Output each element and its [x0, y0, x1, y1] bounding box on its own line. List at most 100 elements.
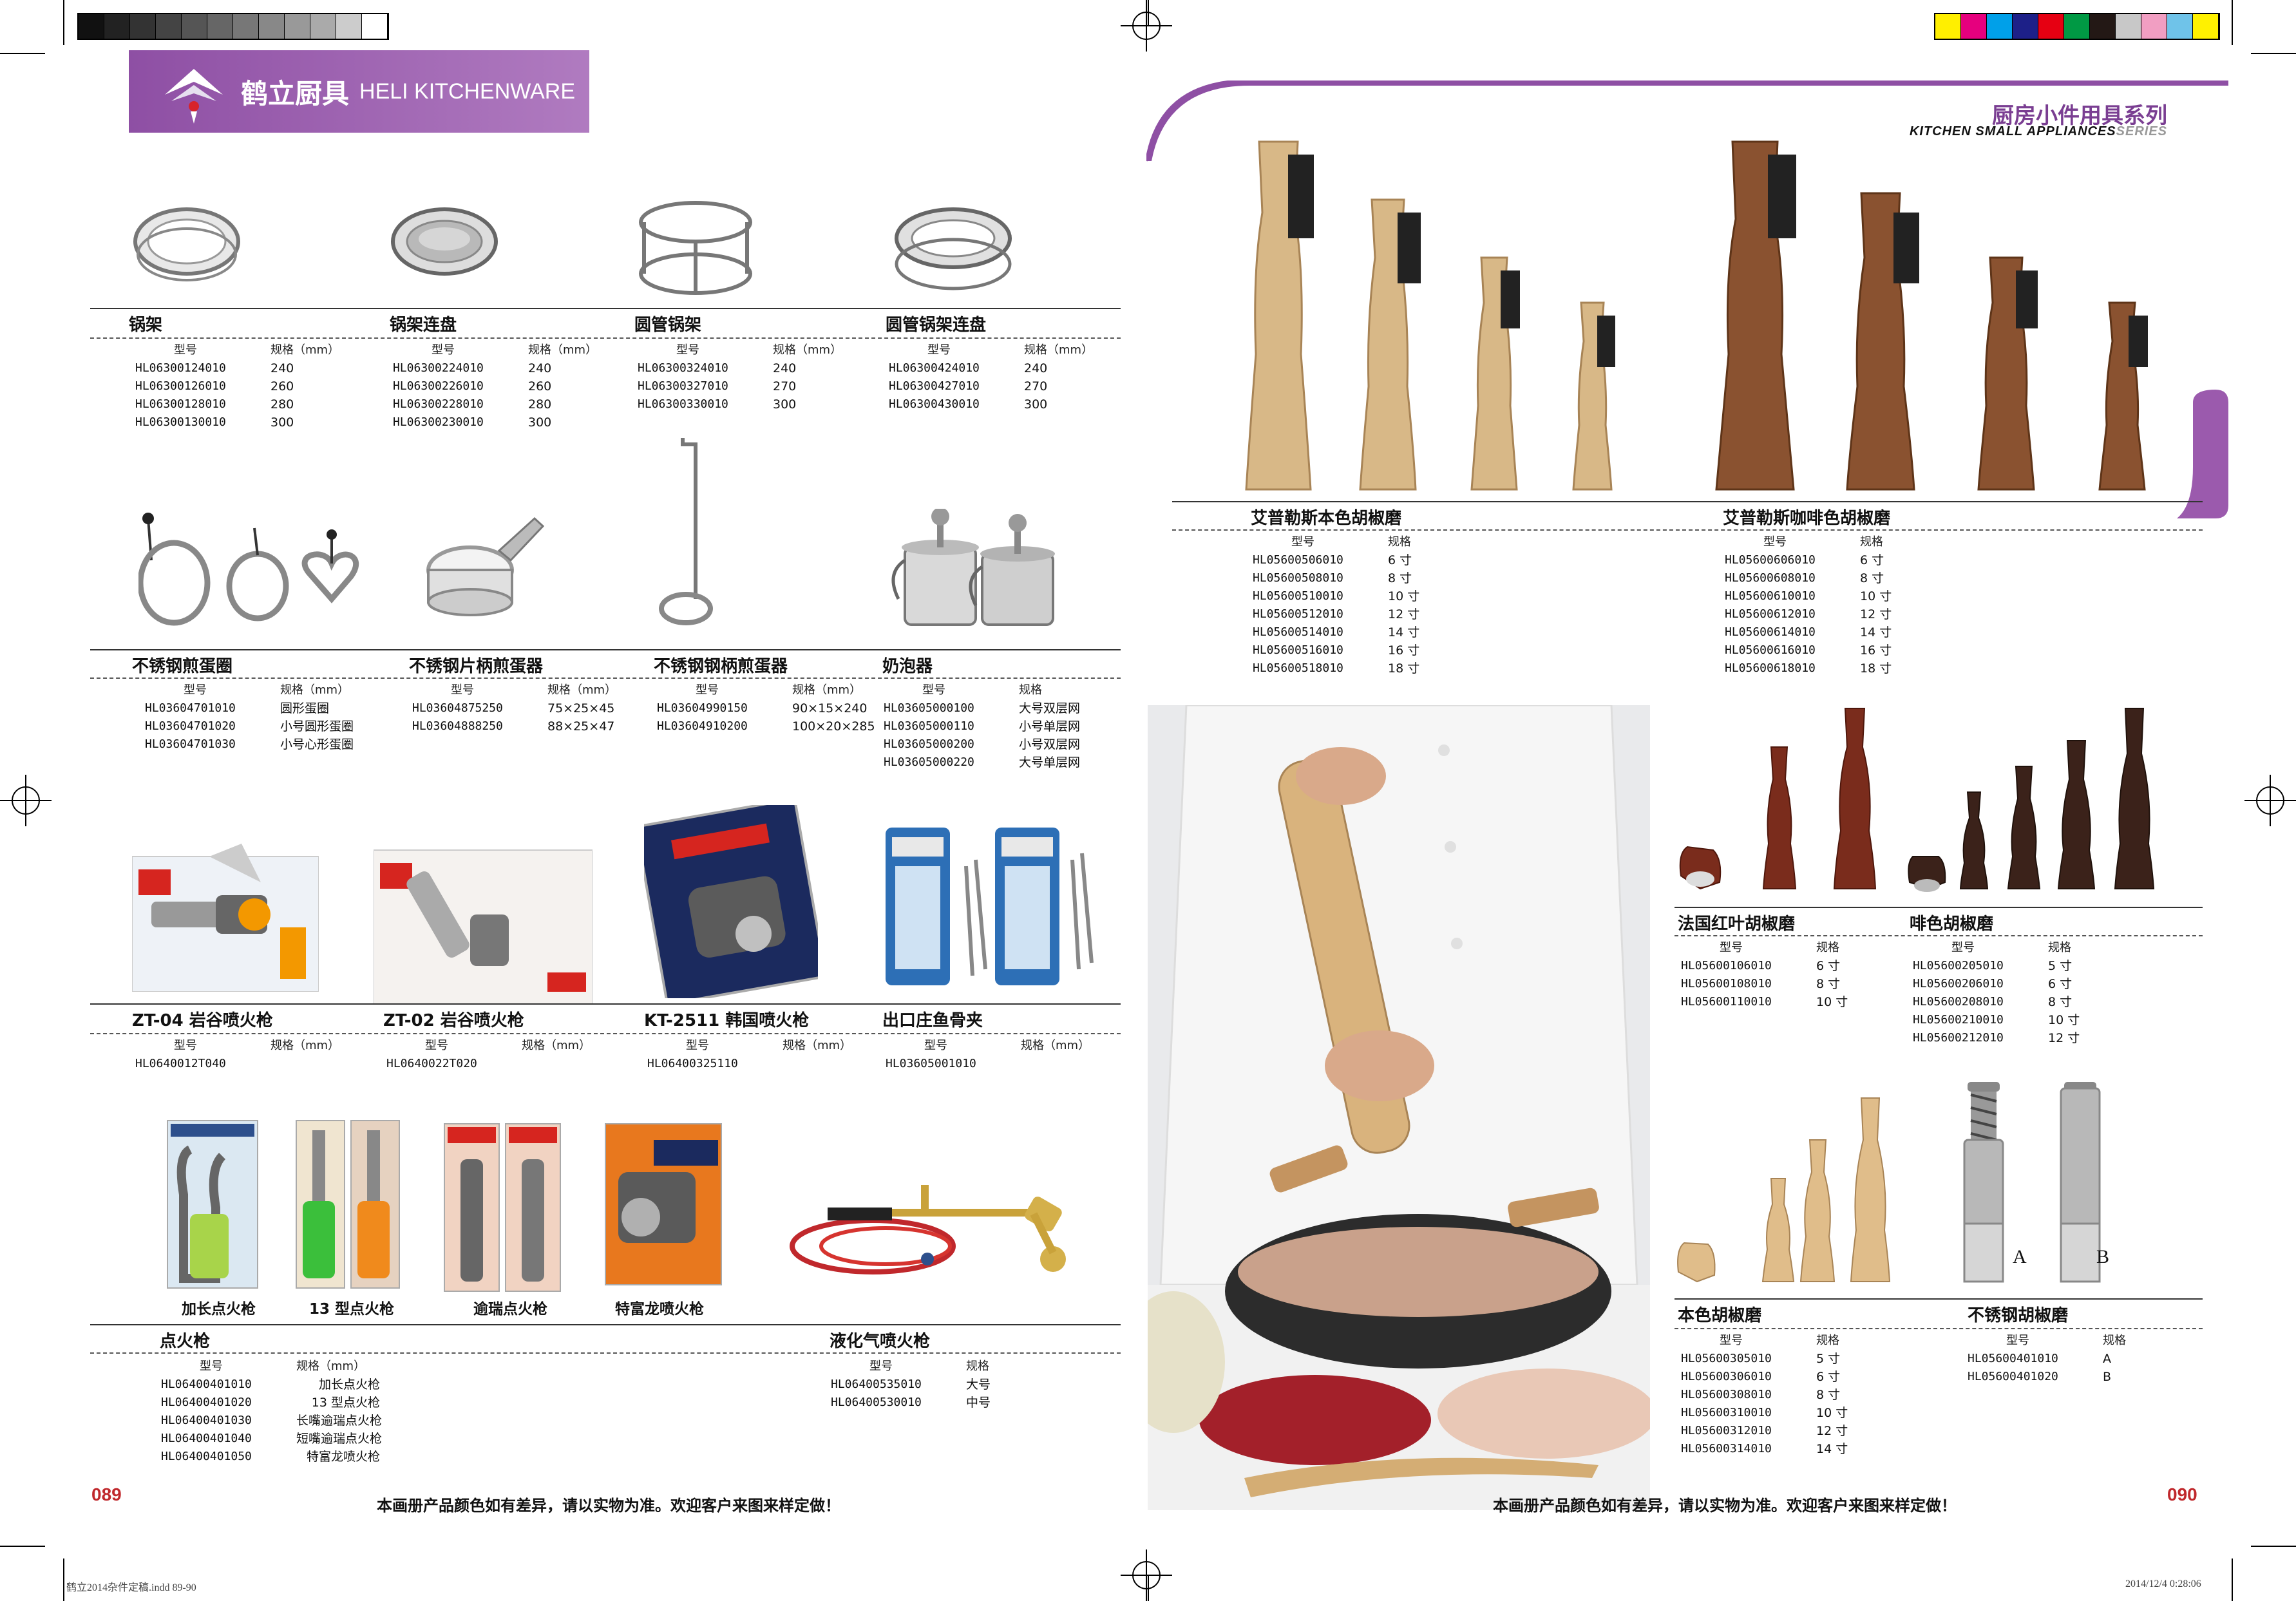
long-lighter-image: [167, 1120, 258, 1289]
crop-mark: [2251, 1546, 2296, 1547]
divider: [90, 1352, 1121, 1354]
type13-lighter-image: [296, 1120, 400, 1289]
page-number-right: 090: [2167, 1484, 2197, 1504]
registration-mark: [1121, 1549, 1172, 1601]
divider: [1172, 501, 2203, 502]
spec-table: 型号 规格 HL05600106010 6 寸 HL05600108010 8 寸 H…: [1681, 941, 1848, 1009]
crane-logo-icon: [158, 56, 229, 127]
mill-label-b: B: [2096, 1246, 2110, 1267]
product-name: 液化气喷火枪: [830, 1332, 931, 1351]
crop-mark: [63, 1558, 64, 1601]
registration-mark: [1121, 0, 1172, 52]
divider: [1675, 1298, 2203, 1300]
brand-name-cn: 鹤立厨具: [241, 77, 350, 109]
divider: [90, 1033, 1121, 1034]
divider: [90, 308, 1121, 309]
product-name: 奶泡器: [882, 657, 933, 676]
spec-table: 型号 规格 HL05600305010 5 寸 HL05600306010 6 寸 H…: [1681, 1334, 1848, 1456]
registration-mark: [0, 775, 52, 826]
spec-table: 型号 规格（mm） HL03604875250 75×25×45 HL0360488…: [412, 683, 617, 734]
divider: [90, 649, 1121, 650]
torch-kt2511-image: [644, 805, 818, 998]
mill-label-a: A: [2013, 1246, 2027, 1267]
coffee-color-pepper-mill-image: [1908, 708, 2155, 892]
fish-bone-clip-image: [886, 828, 1094, 985]
plain-pepper-mill-image: [1677, 1097, 1891, 1283]
product-name: KT-2511 韩国喷火枪: [644, 1011, 810, 1030]
spec-table: 型号 规格（mm） HL0640022T020: [386, 1039, 591, 1070]
product-name: 锅架: [129, 316, 163, 335]
spec-table: 型号 规格（mm） HL06400401010 加长点火枪 HL0640040102…: [161, 1359, 383, 1464]
divider: [90, 677, 1121, 679]
lighter-caption: 加长点火枪: [182, 1301, 256, 1318]
product-name: ZT-04 岩谷喷火枪: [132, 1011, 273, 1030]
brand-header: 鹤立厨具 HELI KITCHENWARE: [129, 50, 589, 133]
crop-mark: [2232, 1558, 2233, 1601]
torch-zt04-image: [132, 844, 319, 992]
spec-table: 型号 规格（mm） HL03604701010 圆形蛋圈 HL03604701020…: [145, 683, 354, 752]
product-name: 圆管锅架: [634, 316, 702, 335]
divider: [90, 337, 1121, 339]
spec-table: 型号 规格（mm） HL0640012T040: [135, 1039, 340, 1070]
spec-table: 型号 规格（mm） HL03604990150 90×15×240 HL036049…: [657, 683, 875, 734]
spec-table: 型号 规格（mm） HL06300124010 240 HL06300126010 2…: [135, 343, 340, 430]
spec-table: 型号 规格（mm） HL06400325110: [647, 1039, 852, 1070]
divider: [1675, 907, 2203, 908]
product-name: 不锈钢钢柄煎蛋器: [654, 657, 788, 676]
grayscale-bar: [77, 13, 389, 40]
product-name: 不锈钢片柄煎蛋器: [409, 657, 544, 676]
egg-fryer-handle-image: [426, 516, 544, 616]
spec-table: 型号 规格 HL05600401010 A HL05600401020 B: [1968, 1334, 2126, 1384]
crop-mark: [0, 53, 45, 54]
spec-table: 型号 规格 HL05600205010 5 寸 HL05600206010 6 寸 H…: [1913, 941, 2080, 1045]
spec-table: 型号 规格（mm） HL03605001010: [886, 1039, 1090, 1070]
lighter-caption: 逾瑞点火枪: [473, 1301, 547, 1318]
spec-table: 型号 规格（mm） HL06300324010 240 HL06300327010 2…: [638, 343, 842, 412]
torch-zt02-image: [374, 849, 593, 1005]
wok-rack-tray-image: [391, 207, 498, 276]
crop-mark: [2232, 0, 2233, 45]
divider: [1172, 529, 2203, 531]
lighter-caption: 13 型点火枪: [309, 1301, 395, 1318]
spec-table: 型号 规格 HL03605000100 大号双层网 HL03605000110 小号单…: [884, 683, 1081, 770]
chef-cooking-photo: [1148, 705, 1650, 1510]
color-bar: [1934, 13, 2220, 40]
product-name: 啡色胡椒磨: [1910, 914, 1994, 934]
spec-table: 型号 规格（mm） HL06300424010 240 HL06300427010 2…: [889, 343, 1094, 412]
coffee-pepper-mill-image: [1715, 140, 2148, 491]
product-name: 艾普勒斯咖啡色胡椒磨: [1723, 509, 1891, 528]
spec-table: 型号 规格（mm） HL06300224010 240 HL06300226010 2…: [393, 343, 598, 430]
crop-mark: [63, 0, 64, 45]
divider: [90, 1324, 1121, 1325]
product-name: 本色胡椒磨: [1678, 1306, 1762, 1325]
egg-ring-image: [138, 513, 359, 626]
product-name: 出口庄鱼骨夹: [882, 1011, 983, 1030]
crop-mark: [0, 1546, 45, 1547]
divider: [1675, 1328, 2203, 1329]
divider: [1675, 935, 2203, 936]
page-number-left: 089: [91, 1484, 122, 1504]
product-name: 法国红叶胡椒磨: [1678, 914, 1796, 934]
spec-table: 型号 规格 HL05600606010 6 寸 HL05600608010 8 寸 H…: [1725, 535, 1892, 676]
spark-lighter-image: [444, 1123, 561, 1292]
footer-notice-right: 本画册产品颜色如有差异，请以实物为准。欢迎客户来图来样定做！: [1493, 1497, 1957, 1515]
egg-fryer-long-handle-image: [659, 438, 713, 625]
product-name: 不锈钢煎蛋圈: [132, 657, 233, 676]
print-timestamp: 2014/12/4 0:28:06: [2125, 1578, 2201, 1589]
natural-pepper-mill-image: [1245, 140, 1615, 491]
wok-rack-image: [133, 207, 240, 281]
round-tube-rack-image: [639, 201, 752, 295]
file-slug: 鹤立2014杂件定稿.indd 89-90: [66, 1582, 196, 1593]
footer-notice-left: 本画册产品颜色如有差异，请以实物为准。欢迎客户来图来样定做！: [377, 1497, 840, 1515]
product-name: 艾普勒斯本色胡椒磨: [1251, 509, 1402, 528]
round-tube-rack-tray-image: [895, 207, 1012, 290]
divider: [90, 1003, 1121, 1005]
lighter-caption: 特富龙喷火枪: [615, 1301, 704, 1318]
product-name: 锅架连盘: [390, 316, 457, 335]
product-name: ZT-02 岩谷喷火枪: [383, 1011, 524, 1030]
registration-mark: [2244, 775, 2296, 826]
lpg-torch-image: [790, 1185, 1066, 1274]
spec-table: 型号 规格 HL06400535010 大号 HL06400530010 中号: [831, 1359, 991, 1410]
flame-gun-image: [605, 1123, 722, 1285]
french-red-pepper-mill-image: [1679, 708, 1877, 890]
